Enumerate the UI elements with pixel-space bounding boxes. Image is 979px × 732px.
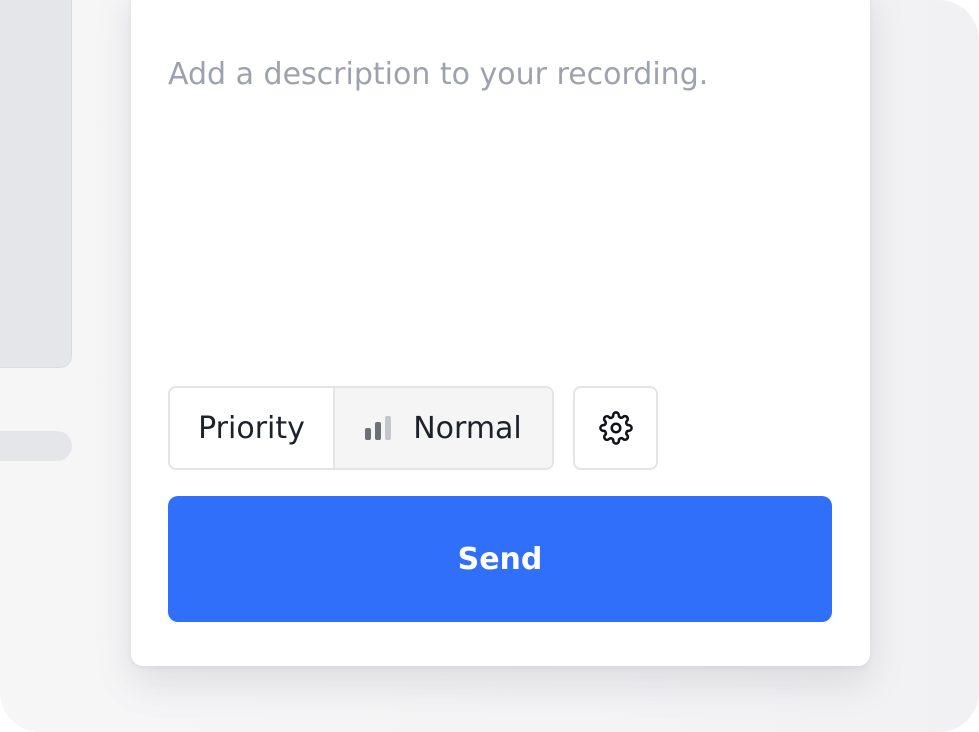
gear-icon: [598, 411, 633, 445]
description-input[interactable]: [168, 54, 832, 334]
send-button[interactable]: Send: [168, 496, 832, 622]
background-pill: [0, 431, 72, 461]
priority-control: Priority Normal: [168, 386, 554, 470]
recording-details-card: Priority Normal Send: [131, 0, 870, 666]
background-panel: [0, 0, 72, 368]
app-window: Priority Normal Send: [0, 0, 979, 732]
settings-button[interactable]: [573, 386, 658, 470]
signal-bars-icon: [365, 416, 392, 440]
priority-label: Priority: [170, 388, 335, 468]
priority-selected-value: Normal: [413, 410, 522, 446]
priority-dropdown[interactable]: Normal: [335, 388, 552, 468]
